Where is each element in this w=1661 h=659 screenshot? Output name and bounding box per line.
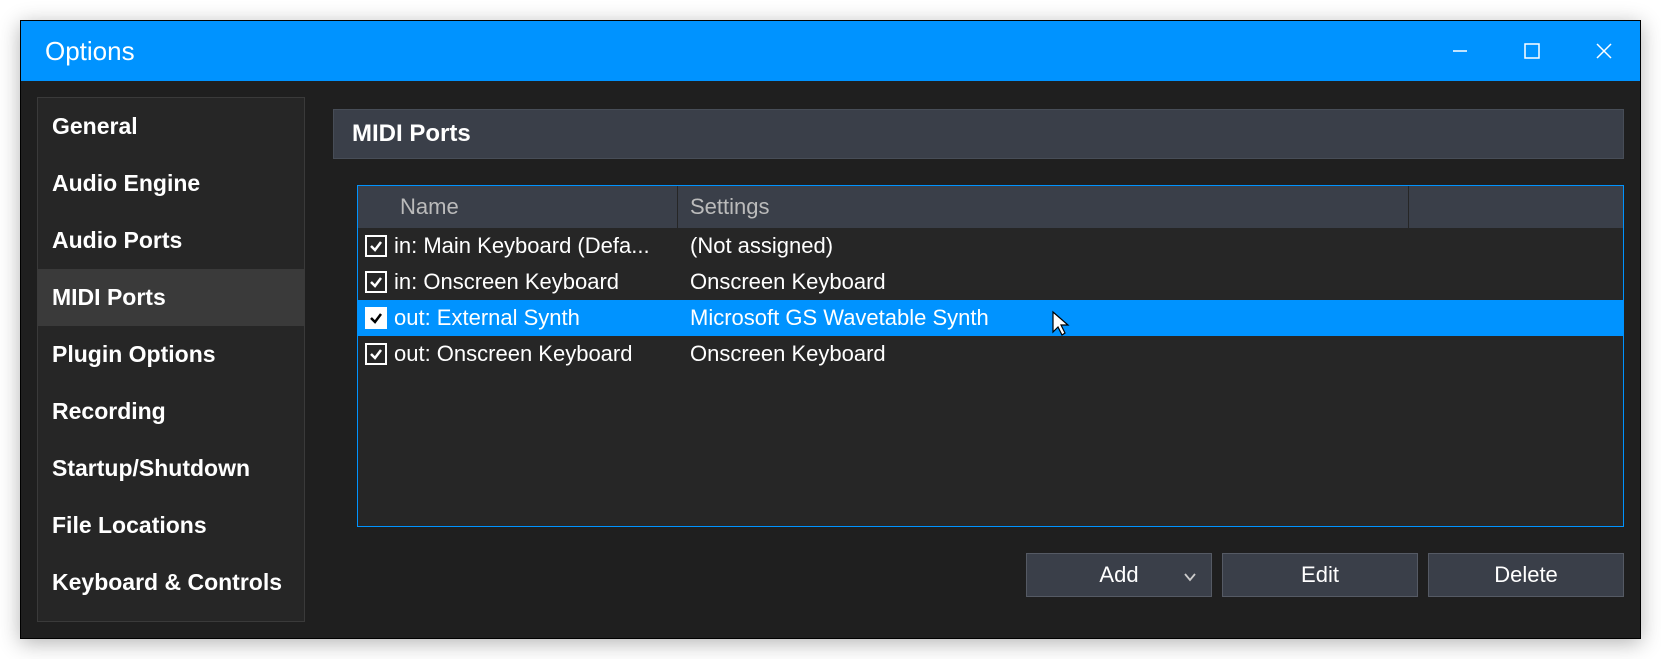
delete-button[interactable]: Delete [1428, 553, 1624, 597]
col-extra [1409, 186, 1623, 228]
chevron-down-icon [1183, 562, 1197, 588]
sidebar-item-keyboard-controls[interactable]: Keyboard & Controls [38, 554, 304, 611]
title-bar[interactable]: Options [21, 21, 1640, 81]
row-settings: Onscreen Keyboard [678, 269, 1623, 295]
window-controls [1424, 21, 1640, 81]
sidebar-item-recording[interactable]: Recording [38, 383, 304, 440]
sidebar: General Audio Engine Audio Ports MIDI Po… [37, 97, 305, 622]
row-settings: (Not assigned) [678, 233, 1623, 259]
minimize-button[interactable] [1424, 21, 1496, 81]
edit-button[interactable]: Edit [1222, 553, 1418, 597]
close-button[interactable] [1568, 21, 1640, 81]
row-checkbox[interactable] [358, 307, 394, 329]
delete-button-label: Delete [1494, 562, 1558, 588]
window-title: Options [45, 36, 1424, 67]
main-panel: MIDI Ports Name Settings in: Main Keyboa… [333, 97, 1624, 622]
row-name: out: Onscreen Keyboard [394, 341, 678, 367]
table-row[interactable]: in: Onscreen Keyboard Onscreen Keyboard [358, 264, 1623, 300]
sidebar-item-midi-ports[interactable]: MIDI Ports [38, 269, 304, 326]
button-row: Add Edit Delete [357, 553, 1624, 597]
sidebar-item-audio-engine[interactable]: Audio Engine [38, 155, 304, 212]
table-row[interactable]: out: Onscreen Keyboard Onscreen Keyboard [358, 336, 1623, 372]
row-settings: Microsoft GS Wavetable Synth [678, 305, 1623, 331]
sidebar-item-general[interactable]: General [38, 98, 304, 155]
add-button-label: Add [1099, 562, 1138, 588]
col-name[interactable]: Name [394, 186, 678, 228]
add-button[interactable]: Add [1026, 553, 1212, 597]
row-checkbox[interactable] [358, 235, 394, 257]
table-row[interactable]: out: External Synth Microsoft GS Wavetab… [358, 300, 1623, 336]
col-settings[interactable]: Settings [678, 186, 1409, 228]
row-checkbox[interactable] [358, 271, 394, 293]
row-name: out: External Synth [394, 305, 678, 331]
window-body: General Audio Engine Audio Ports MIDI Po… [21, 81, 1640, 638]
table-header: Name Settings [358, 186, 1623, 228]
sidebar-item-audio-ports[interactable]: Audio Ports [38, 212, 304, 269]
row-name: in: Onscreen Keyboard [394, 269, 678, 295]
sidebar-item-file-locations[interactable]: File Locations [38, 497, 304, 554]
maximize-button[interactable] [1496, 21, 1568, 81]
sidebar-item-startup-shutdown[interactable]: Startup/Shutdown [38, 440, 304, 497]
section-header: MIDI Ports [333, 109, 1624, 159]
col-check [358, 186, 394, 228]
options-window: Options General Audio Engine Audio Ports… [20, 20, 1641, 639]
sidebar-item-plugin-options[interactable]: Plugin Options [38, 326, 304, 383]
row-checkbox[interactable] [358, 343, 394, 365]
row-name: in: Main Keyboard (Defa... [394, 233, 678, 259]
table-row[interactable]: in: Main Keyboard (Defa... (Not assigned… [358, 228, 1623, 264]
edit-button-label: Edit [1301, 562, 1339, 588]
row-settings: Onscreen Keyboard [678, 341, 1623, 367]
midi-ports-table: Name Settings in: Main Keyboard (Defa...… [357, 185, 1624, 527]
